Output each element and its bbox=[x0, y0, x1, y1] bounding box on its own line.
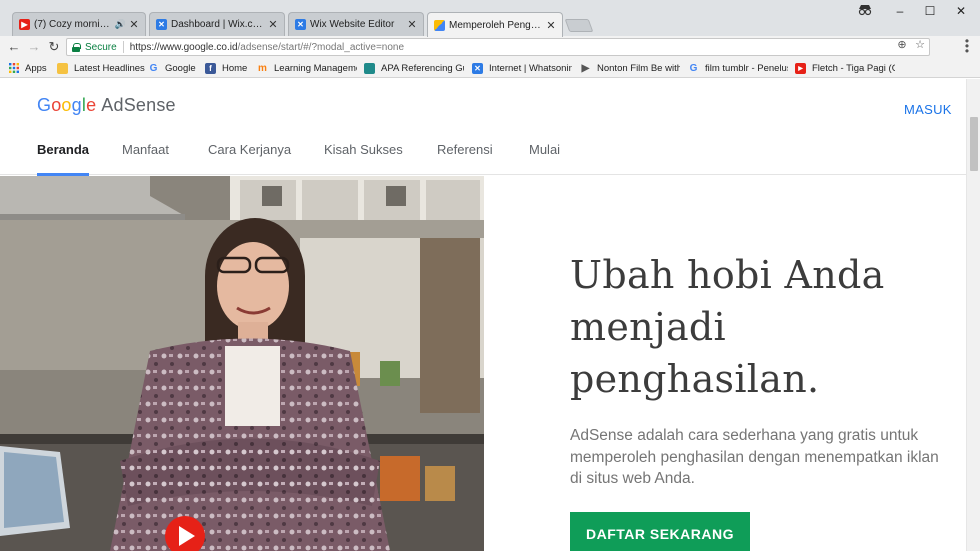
bookmark-apa-referencing[interactable]: APA Referencing Gu bbox=[364, 61, 464, 75]
tab-title: Dashboard | Wix.com bbox=[171, 19, 265, 30]
bookmark-google[interactable]: G Google bbox=[148, 61, 196, 75]
secure-label: Secure bbox=[85, 41, 117, 53]
wix-icon: ✕ bbox=[295, 19, 306, 30]
maximize-button[interactable]: ☐ bbox=[915, 4, 945, 20]
tab-adsense[interactable]: Memperoleh Penghasilan ✕ bbox=[427, 12, 563, 37]
lock-icon bbox=[72, 42, 81, 52]
bookmark-home[interactable]: f Home bbox=[205, 61, 247, 75]
url-host: https://www.google.co.id bbox=[129, 41, 238, 53]
adsense-icon bbox=[434, 19, 445, 31]
hero-description: AdSense adalah cara sederhana yang grati… bbox=[570, 427, 939, 487]
adsense-logo[interactable]: Google AdSense bbox=[37, 95, 176, 116]
hero-video-thumbnail[interactable] bbox=[0, 176, 484, 551]
bookmark-film-tumblr[interactable]: G film tumblr - Penelus bbox=[688, 61, 788, 75]
logo-letter: o bbox=[61, 95, 72, 115]
minimize-button[interactable]: – bbox=[885, 4, 915, 20]
bookmark-star-icon[interactable]: ☆ bbox=[913, 38, 927, 51]
logo-product-name: AdSense bbox=[101, 95, 176, 115]
close-tab-icon[interactable]: ✕ bbox=[407, 18, 417, 31]
tab-wix-editor[interactable]: ✕ Wix Website Editor ✕ bbox=[288, 12, 424, 36]
incognito-icon bbox=[858, 5, 872, 16]
wix-icon: ✕ bbox=[472, 62, 483, 74]
headline-line: penghasilan. bbox=[570, 357, 820, 401]
bookmark-internet-whatsonin[interactable]: ✕ Internet | Whatsonin bbox=[472, 61, 572, 75]
nav-item-kisah-sukses[interactable]: Kisah Sukses bbox=[324, 142, 403, 175]
address-bar[interactable]: Secure https://www.google.co.id/adsense/… bbox=[66, 38, 930, 56]
nav-item-referensi[interactable]: Referensi bbox=[437, 142, 493, 175]
close-window-button[interactable]: ✕ bbox=[946, 4, 976, 20]
bookmark-label: film tumblr - Penelus bbox=[705, 62, 788, 74]
tab-youtube[interactable]: ▶ (7) Cozy mornings | A 🔊 ✕ bbox=[12, 12, 146, 36]
signin-link[interactable]: MASUK bbox=[904, 102, 952, 117]
bookmark-learning-management[interactable]: m Learning Manageme bbox=[257, 61, 357, 75]
nav-item-manfaat[interactable]: Manfaat bbox=[122, 142, 169, 175]
bookmark-label: Latest Headlines bbox=[74, 62, 145, 74]
scrollbar-thumb[interactable] bbox=[970, 117, 978, 171]
google-icon: G bbox=[689, 62, 698, 74]
play-icon: ▶ bbox=[581, 62, 590, 74]
bookmark-apps[interactable]: Apps bbox=[8, 61, 47, 75]
zoom-icon[interactable]: ⊕ bbox=[895, 38, 909, 51]
apps-grid-icon bbox=[8, 63, 19, 74]
bookmark-fletch[interactable]: ▶ Fletch - Tiga Pagi (O bbox=[795, 61, 895, 75]
logo-letter: o bbox=[51, 95, 62, 115]
browser-title-bar: ▶ (7) Cozy mornings | A 🔊 ✕ ✕ Dashboard … bbox=[0, 0, 980, 37]
close-tab-icon[interactable]: ✕ bbox=[268, 18, 278, 31]
profile-icon[interactable] bbox=[850, 4, 880, 20]
headline-line: menjadi bbox=[570, 305, 727, 349]
logo-letter: e bbox=[86, 95, 97, 115]
close-tab-icon[interactable]: ✕ bbox=[546, 19, 556, 32]
bookmark-label: Google bbox=[165, 62, 196, 74]
hero-photo bbox=[0, 176, 484, 551]
browser-toolbar: ← → ↻ Secure https://www.google.co.id/ad… bbox=[0, 35, 980, 58]
bookmark-label: APA Referencing Gu bbox=[381, 62, 464, 74]
youtube-icon: ▶ bbox=[795, 62, 806, 74]
hero-headline: Ubah hobi Anda menjadi penghasilan. bbox=[570, 249, 950, 405]
page-scrollbar[interactable] bbox=[966, 79, 980, 551]
bookmark-label: Learning Manageme bbox=[274, 62, 357, 74]
hero-text: Ubah hobi Anda menjadi penghasilan. AdSe… bbox=[570, 249, 950, 490]
url-text[interactable]: https://www.google.co.id/adsense/start/#… bbox=[130, 42, 404, 53]
wix-icon: ✕ bbox=[156, 19, 167, 30]
bookmark-nonton-film[interactable]: ▶ Nonton Film Be with bbox=[580, 61, 680, 75]
audio-icon[interactable]: 🔊 bbox=[115, 19, 126, 30]
logo-letter: g bbox=[71, 95, 82, 115]
tab-title: (7) Cozy mornings | A bbox=[34, 19, 113, 30]
adsense-page: Google AdSense MASUK Beranda Manfaat Cara… bbox=[0, 79, 966, 551]
bookmark-label: Fletch - Tiga Pagi (O bbox=[812, 62, 895, 74]
logo-letter: G bbox=[37, 95, 52, 115]
forward-button[interactable]: → bbox=[26, 38, 42, 56]
bookmark-label: Internet | Whatsonin bbox=[489, 62, 572, 74]
folder-icon bbox=[57, 62, 68, 74]
moodle-icon: m bbox=[258, 62, 267, 74]
bookmarks-bar: Apps Latest Headlines G Google f Home m … bbox=[0, 58, 980, 78]
youtube-icon: ▶ bbox=[19, 19, 30, 30]
nav-item-cara-kerjanya[interactable]: Cara Kerjanya bbox=[208, 142, 291, 175]
apa-icon bbox=[364, 62, 375, 74]
tab-wix-dashboard[interactable]: ✕ Dashboard | Wix.com ✕ bbox=[149, 12, 285, 36]
bookmark-label: Home bbox=[222, 62, 248, 74]
bookmark-latest-headlines[interactable]: Latest Headlines bbox=[57, 61, 145, 75]
nav-item-beranda[interactable]: Beranda bbox=[37, 142, 90, 176]
tab-title: Memperoleh Penghasilan bbox=[449, 19, 543, 31]
reload-button[interactable]: ↻ bbox=[46, 38, 62, 56]
google-icon: G bbox=[149, 62, 158, 74]
bookmark-label: Nonton Film Be with bbox=[597, 62, 680, 74]
signup-button[interactable]: DAFTAR SEKARANG bbox=[570, 512, 750, 551]
new-tab-button[interactable] bbox=[564, 19, 594, 32]
browser-menu-icon[interactable]: • • • bbox=[962, 35, 972, 57]
url-path: /adsense/start/#/?modal_active=none bbox=[237, 41, 405, 53]
main-nav: Beranda Manfaat Cara Kerjanya Kisah Suks… bbox=[0, 139, 966, 176]
facebook-icon: f bbox=[205, 62, 216, 74]
tab-title: Wix Website Editor bbox=[310, 19, 395, 30]
headline-line: Ubah hobi Anda bbox=[570, 253, 885, 297]
close-tab-icon[interactable]: ✕ bbox=[129, 18, 139, 31]
bookmark-label: Apps bbox=[25, 62, 47, 74]
back-button[interactable]: ← bbox=[6, 38, 22, 56]
divider bbox=[122, 41, 124, 53]
nav-item-mulai[interactable]: Mulai bbox=[529, 142, 560, 175]
